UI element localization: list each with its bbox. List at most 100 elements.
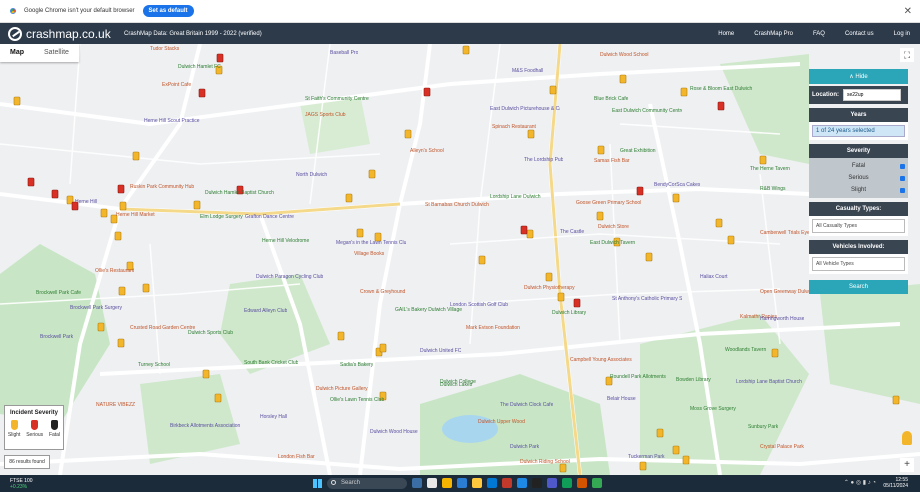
map-poi-label[interactable]: Edward Alleyn Club <box>244 308 287 314</box>
map-poi-label[interactable]: Baseball Pro <box>330 50 358 56</box>
map-poi-label[interactable]: The Dulwich Clock Cafe <box>500 402 553 408</box>
map-poi-label[interactable]: Dulwich Wood School <box>600 52 649 58</box>
map-poi-label[interactable]: Herne Hill <box>75 199 97 205</box>
map-poi-label[interactable]: South Bank Cricket Club <box>244 360 298 366</box>
map-poi-label[interactable]: East Dulwich Picturehouse & Cafe <box>490 106 560 112</box>
map-poi-label[interactable]: Belair House <box>607 396 636 402</box>
vehicles-select[interactable]: All Vehicle Types <box>812 257 905 271</box>
map-poi-label[interactable]: Grafton Dance Centre <box>245 214 294 220</box>
map-poi-label[interactable]: Brockwell Park <box>40 334 73 340</box>
map-poi-label[interactable]: Lordship Lane Baptist Church <box>736 379 802 385</box>
map-poi-label[interactable]: Herne Hill Velodrome <box>262 238 309 244</box>
map-poi-label[interactable]: Horsley Hall <box>260 414 287 420</box>
map-poi-label[interactable]: Dulwich Sports Club <box>188 330 233 336</box>
map-poi-label[interactable]: Sunbury Park <box>748 424 778 430</box>
map-poi-label[interactable]: Moss Grove Surgery <box>690 406 736 412</box>
severity-slight-checkbox[interactable]: Slight <box>809 184 908 196</box>
pegman-icon[interactable] <box>902 431 912 445</box>
map-poi-label[interactable]: Great Exhibition <box>620 148 656 154</box>
casualty-select[interactable]: All Casualty Types <box>812 219 905 233</box>
map-poi-label[interactable]: Tuckerman Park <box>628 454 665 460</box>
map-poi-label[interactable]: Brockwell Park Cafe <box>36 290 81 296</box>
map-poi-label[interactable]: Rose & Bloom East Dulwich <box>690 86 752 92</box>
map-poi-label[interactable]: Haliax Court <box>700 274 728 280</box>
map-poi-label[interactable]: R&B Wings <box>760 186 786 192</box>
map-poi-label[interactable]: Ollie's Lawn Tennis Club <box>330 397 384 403</box>
ftse-widget[interactable]: FTSE 100 +0.23% <box>10 478 33 490</box>
map-poi-label[interactable]: Village Books <box>354 251 384 257</box>
excel-icon[interactable] <box>562 478 572 488</box>
nav-faq[interactable]: FAQ <box>813 31 825 37</box>
map-poi-label[interactable]: Crusted Road Garden Centre <box>130 325 195 331</box>
windows-start-icon[interactable] <box>313 479 322 488</box>
set-default-button[interactable]: Set as default <box>142 5 194 17</box>
map-poi-label[interactable]: Turney School <box>138 362 170 368</box>
search-button[interactable]: Search <box>809 280 908 294</box>
map-poi-label[interactable]: Crown & Greyhound <box>360 289 405 295</box>
map-poi-label[interactable]: London Scottish Golf Club <box>450 302 508 308</box>
map-poi-label[interactable]: Herne Hill Scout Practice <box>144 118 200 124</box>
map-poi-label[interactable]: Spinach Restaurant <box>492 124 536 130</box>
map-poi-label[interactable]: NATURE VIBEZZ <box>96 402 135 408</box>
map-poi-label[interactable]: BendyCorSca Cakes <box>654 182 700 188</box>
map-poi-label[interactable]: Birkbeck Allotments Association <box>170 423 240 429</box>
map-poi-label[interactable]: Megan's in the Lawn Tennis Club <box>336 240 406 246</box>
map-poi-label[interactable]: Open Greenway Dulwich <box>760 289 815 295</box>
app-icon[interactable] <box>592 478 602 488</box>
map-canvas[interactable]: Map Satellite ⛶ Tudor Stacks Dulwich Haml… <box>0 44 920 475</box>
map-poi-label[interactable]: ExPoint Cafe <box>162 82 191 88</box>
map-poi-label[interactable]: Sadia's Bakery <box>340 362 373 368</box>
map-poi-label[interactable]: M&S Foodhall <box>512 68 543 74</box>
mail-icon[interactable] <box>487 478 497 488</box>
map-poi-label[interactable]: Dulwich Library <box>552 310 586 316</box>
map-poi-label[interactable]: Blue Brick Cafe <box>594 96 628 102</box>
close-icon[interactable]: ✕ <box>904 6 912 17</box>
site-logo[interactable]: crashmap.co.uk <box>8 26 120 41</box>
map-poi-label[interactable]: Dulwich Riding School <box>520 459 570 465</box>
map-poi-label[interactable]: East Dulwich Tavern <box>590 240 635 246</box>
map-poi-label[interactable]: London Fish Bar <box>278 454 315 460</box>
map-poi-label[interactable]: JAGS Sports Club <box>305 112 346 118</box>
map-poi-label[interactable]: Alleyn's School <box>410 148 444 154</box>
map-poi-label[interactable]: Dulwich Wood House <box>370 429 418 435</box>
map-poi-label[interactable]: Brockwell Park Surgery <box>70 305 122 311</box>
hide-panel-button[interactable]: ∧ Hide <box>809 69 908 84</box>
years-select[interactable]: 1 of 24 years selected <box>812 125 905 137</box>
folder-icon[interactable] <box>472 478 482 488</box>
map-poi-label[interactable]: Dulwich United FC <box>420 348 461 354</box>
terminal-icon[interactable] <box>532 478 542 488</box>
map-poi-label[interactable]: St Faith's Community Centre <box>305 96 369 102</box>
taskbar-search[interactable]: Search <box>327 478 407 489</box>
zoom-in-button[interactable]: + <box>900 458 914 472</box>
map-poi-label[interactable]: The Herne Tavern <box>750 166 790 172</box>
edge-icon[interactable] <box>457 478 467 488</box>
map-poi-label[interactable]: Campbell Young Associates <box>570 357 632 363</box>
map-poi-label[interactable]: Crystal Palace Park <box>760 444 804 450</box>
clock[interactable]: 12:55 05/11/2024 <box>883 477 908 489</box>
severity-fatal-checkbox[interactable]: Fatal <box>809 160 908 172</box>
map-poi-label[interactable]: Dulwich Upper Wood <box>478 419 525 425</box>
nav-crashmap-pro[interactable]: CrashMap Pro <box>754 31 793 37</box>
fullscreen-icon[interactable]: ⛶ <box>900 48 914 62</box>
tab-map[interactable]: Map <box>0 44 34 62</box>
map-poi-label[interactable]: Ollie's Restaurant <box>95 268 134 274</box>
map-poi-label[interactable]: Dulwich Hamlet FC <box>178 64 221 70</box>
file-explorer-icon[interactable] <box>412 478 422 488</box>
nav-home[interactable]: Home <box>718 31 734 37</box>
nav-contact[interactable]: Contact us <box>845 31 874 37</box>
map-poi-label[interactable]: The Lordship Pub <box>524 157 563 163</box>
map-poi-label[interactable]: The Castle <box>560 229 584 235</box>
tab-satellite[interactable]: Satellite <box>34 44 79 62</box>
task-view-icon[interactable] <box>427 478 437 488</box>
map-poi-label[interactable]: Dulwich Park <box>510 444 539 450</box>
map-poi-label[interactable]: Tudor Stacks <box>150 46 179 52</box>
map-poi-label[interactable]: Harringworth House <box>760 316 804 322</box>
word-icon[interactable] <box>517 478 527 488</box>
map-poi-label[interactable]: Bowden Library <box>676 377 711 383</box>
map-poi-label[interactable]: Herne Hill Market <box>116 212 155 218</box>
location-input[interactable] <box>843 89 901 101</box>
map-poi-label[interactable]: Dulwich Store <box>598 224 629 230</box>
map-poi-label[interactable]: North Dulwich <box>296 172 327 178</box>
map-poi-label[interactable]: Dulwich College <box>440 379 476 385</box>
map-poi-label[interactable]: St Anthony's Catholic Primary School <box>612 296 682 302</box>
